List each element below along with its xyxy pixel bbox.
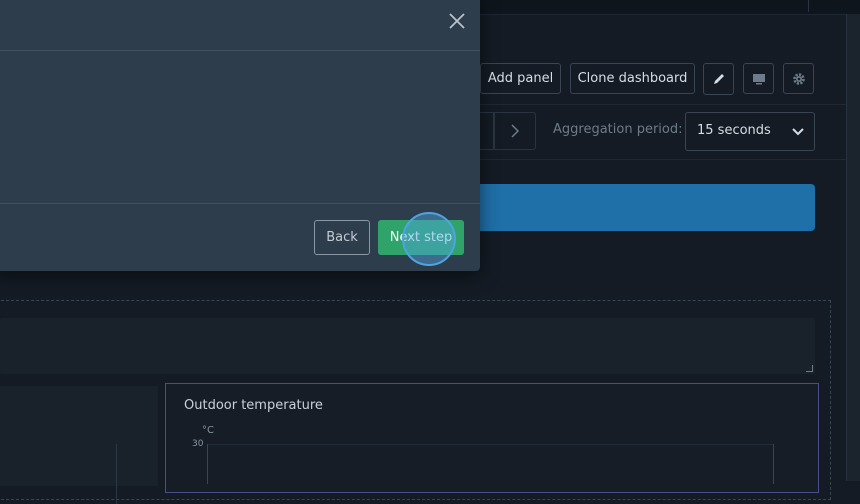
gear-icon — [793, 73, 805, 85]
chevron-right-icon — [511, 124, 520, 138]
time-prev-button[interactable] — [480, 112, 494, 150]
modal-header-divider — [0, 50, 480, 51]
chart-y-tick: 30 — [192, 439, 204, 449]
top-bar-divider — [808, 0, 809, 12]
click-indicator — [402, 212, 456, 266]
clone-dashboard-button[interactable]: Clone dashboard — [570, 63, 695, 94]
display-mode-button[interactable] — [743, 63, 774, 94]
monitor-icon — [753, 74, 765, 85]
edit-dashboard-button[interactable] — [703, 63, 734, 95]
chart-title: Outdoor temperature — [184, 398, 323, 413]
chevron-down-icon — [792, 128, 804, 136]
aggregation-period-value: 15 seconds — [697, 123, 771, 138]
resize-handle[interactable] — [806, 365, 813, 372]
chart-panel-left — [0, 386, 158, 504]
chart-axis-line — [116, 444, 117, 504]
add-panel-button[interactable]: Add panel — [480, 63, 561, 94]
close-icon[interactable] — [448, 12, 466, 30]
chart-gridline — [208, 444, 774, 445]
back-button[interactable]: Back — [314, 220, 370, 255]
time-next-button[interactable] — [494, 112, 536, 150]
chart-right-edge — [773, 444, 774, 484]
aggregation-period-label: Aggregation period: — [553, 122, 683, 137]
modal-footer-divider — [0, 203, 480, 204]
pencil-icon — [714, 74, 724, 84]
scrollbar[interactable] — [846, 14, 860, 481]
aggregation-period-select[interactable]: 15 seconds — [685, 112, 815, 151]
info-banner — [470, 184, 815, 231]
text-panel — [0, 318, 815, 374]
chart-unit-label: °C — [202, 425, 214, 436]
chart-y-axis — [207, 444, 208, 484]
settings-button[interactable] — [783, 63, 814, 94]
